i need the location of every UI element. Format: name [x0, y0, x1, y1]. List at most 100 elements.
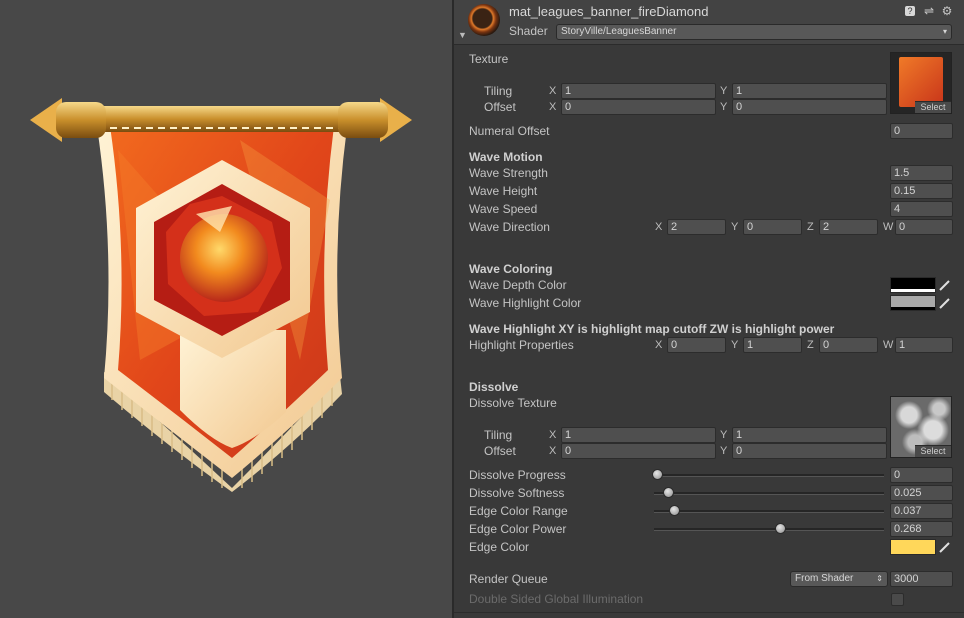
settings-sliders-icon[interactable]: ⇌ — [923, 5, 935, 17]
wave-highlight-color-swatch[interactable] — [890, 295, 936, 311]
inspector-panel: mat_leagues_banner_fireDiamond Shader ▼ … — [454, 0, 964, 618]
dissolve-select-button[interactable]: Select — [915, 445, 951, 457]
wave-speed-label: Wave Speed — [469, 202, 538, 216]
render-queue-field[interactable]: 3000 — [890, 571, 953, 587]
dissolve-offset-x-field[interactable]: 0 — [561, 443, 716, 459]
highlight-z-field[interactable]: 0 — [819, 337, 878, 353]
texture-offset-x-field[interactable]: 0 — [561, 99, 716, 115]
dissolve-offset-x-axis: X — [549, 445, 557, 457]
wave-direction-y-field[interactable]: 0 — [743, 219, 802, 235]
edge-color-range-field[interactable]: 0.037 — [890, 503, 953, 519]
texture-tiling-y-axis: Y — [720, 85, 728, 97]
dissolve-progress-label: Dissolve Progress — [469, 468, 566, 482]
edge-color-range-thumb[interactable] — [668, 505, 680, 516]
edge-color-swatch[interactable] — [890, 539, 936, 555]
dissolve-tiling-x-axis: X — [549, 429, 557, 441]
wave-strength-field[interactable]: 1.5 — [890, 165, 953, 181]
material-name: mat_leagues_banner_fireDiamond — [509, 4, 709, 19]
help-icon[interactable]: ? — [905, 6, 915, 16]
wave-speed-field[interactable]: 4 — [890, 201, 953, 217]
gear-icon[interactable]: ⚙ — [941, 5, 953, 17]
texture-thumbnail[interactable]: Select — [890, 52, 952, 114]
edge-color-range-label: Edge Color Range — [469, 504, 568, 518]
wave-direction-y-axis: Y — [731, 221, 739, 233]
dissolve-texture-label: Dissolve Texture — [469, 396, 557, 410]
texture-tiling-x-field[interactable]: 1 — [561, 83, 716, 99]
dissolve-offset-y-field[interactable]: 0 — [732, 443, 887, 459]
highlight-w-field[interactable]: 1 — [895, 337, 953, 353]
dissolve-softness-thumb[interactable] — [663, 487, 674, 498]
highlight-x-field[interactable]: 0 — [667, 337, 726, 353]
dissolve-softness-label: Dissolve Softness — [469, 486, 565, 500]
dissolve-texture-thumbnail[interactable]: Select — [890, 396, 952, 458]
material-sphere-icon — [468, 4, 500, 36]
wave-motion-heading: Wave Motion — [469, 150, 543, 164]
wave-direction-x-field[interactable]: 2 — [667, 219, 726, 235]
texture-offset-y-axis: Y — [720, 101, 728, 113]
foldout-arrow-icon[interactable]: ▼ — [458, 30, 467, 40]
highlight-x-axis: X — [655, 339, 663, 351]
dissolve-tiling-x-field[interactable]: 1 — [561, 427, 716, 443]
wave-direction-z-field[interactable]: 2 — [819, 219, 878, 235]
dissolve-heading: Dissolve — [469, 380, 519, 394]
edge-color-range-slider[interactable] — [654, 510, 884, 513]
wave-highlight-color-label: Wave Highlight Color — [469, 296, 582, 310]
wave-height-field[interactable]: 0.15 — [890, 183, 953, 199]
render-queue-mode-dropdown[interactable]: From Shader ⇕ — [790, 571, 888, 587]
wave-direction-x-axis: X — [655, 221, 663, 233]
banner-preview-image — [30, 98, 412, 492]
dissolve-tiling-label: Tiling — [484, 428, 513, 442]
wave-direction-label: Wave Direction — [469, 220, 550, 234]
highlight-y-axis: Y — [731, 339, 739, 351]
highlight-z-axis: Z — [807, 339, 814, 351]
dissolve-softness-slider[interactable] — [654, 492, 884, 495]
texture-offset-label: Offset — [484, 100, 516, 114]
edge-color-power-slider[interactable] — [654, 528, 884, 531]
dissolve-progress-field[interactable]: 0 — [890, 467, 953, 483]
bottom-divider — [454, 612, 964, 613]
render-queue-mode-value: From Shader — [795, 573, 854, 584]
wave-strength-label: Wave Strength — [469, 166, 548, 180]
material-header: mat_leagues_banner_fireDiamond Shader ▼ … — [454, 0, 964, 45]
shader-dropdown[interactable]: StoryVille/LeaguesBanner ▾ — [556, 24, 952, 40]
edge-color-label: Edge Color — [469, 540, 530, 554]
double-sided-gi-checkbox[interactable] — [891, 593, 904, 606]
dissolve-offset-y-axis: Y — [720, 445, 728, 457]
highlight-w-axis: W — [883, 339, 894, 351]
texture-offset-x-axis: X — [549, 101, 557, 113]
texture-tiling-y-field[interactable]: 1 — [732, 83, 887, 99]
texture-tiling-label: Tiling — [484, 84, 513, 98]
wave-depth-color-swatch[interactable] — [890, 277, 936, 293]
dropdown-arrow-icon: ▾ — [942, 27, 947, 36]
dissolve-softness-field[interactable]: 0.025 — [890, 485, 953, 501]
edge-color-power-field[interactable]: 0.268 — [890, 521, 953, 537]
dissolve-progress-slider[interactable] — [654, 474, 884, 477]
alpha-bar — [891, 289, 935, 292]
numeral-offset-label: Numeral Offset — [469, 124, 550, 138]
eyedropper-icon[interactable] — [938, 296, 952, 310]
texture-offset-y-field[interactable]: 0 — [732, 99, 887, 115]
dissolve-tiling-y-field[interactable]: 1 — [732, 427, 887, 443]
edge-color-power-label: Edge Color Power — [469, 522, 567, 536]
banner-thumbnail-image — [899, 57, 943, 107]
wave-height-label: Wave Height — [469, 184, 538, 198]
dissolve-progress-thumb[interactable] — [651, 469, 663, 480]
highlight-properties-label: Highlight Properties — [469, 338, 574, 352]
eyedropper-icon[interactable] — [938, 540, 952, 554]
numeral-offset-field[interactable]: 0 — [890, 123, 953, 139]
highlight-y-field[interactable]: 1 — [743, 337, 802, 353]
dissolve-tiling-y-axis: Y — [720, 429, 728, 441]
eyedropper-icon[interactable] — [938, 278, 952, 292]
texture-select-button[interactable]: Select — [915, 101, 951, 113]
wave-direction-w-field[interactable]: 0 — [895, 219, 953, 235]
shader-value: StoryVille/LeaguesBanner — [561, 26, 677, 37]
wave-depth-color-label: Wave Depth Color — [469, 278, 567, 292]
alpha-bar — [891, 307, 935, 310]
edge-color-power-thumb[interactable] — [774, 523, 786, 534]
wave-coloring-heading: Wave Coloring — [469, 262, 553, 276]
render-queue-label: Render Queue — [469, 572, 548, 586]
wave-direction-z-axis: Z — [807, 221, 814, 233]
shader-label: Shader — [509, 24, 548, 38]
material-preview-panel[interactable] — [0, 0, 452, 618]
wave-direction-w-axis: W — [883, 221, 894, 233]
